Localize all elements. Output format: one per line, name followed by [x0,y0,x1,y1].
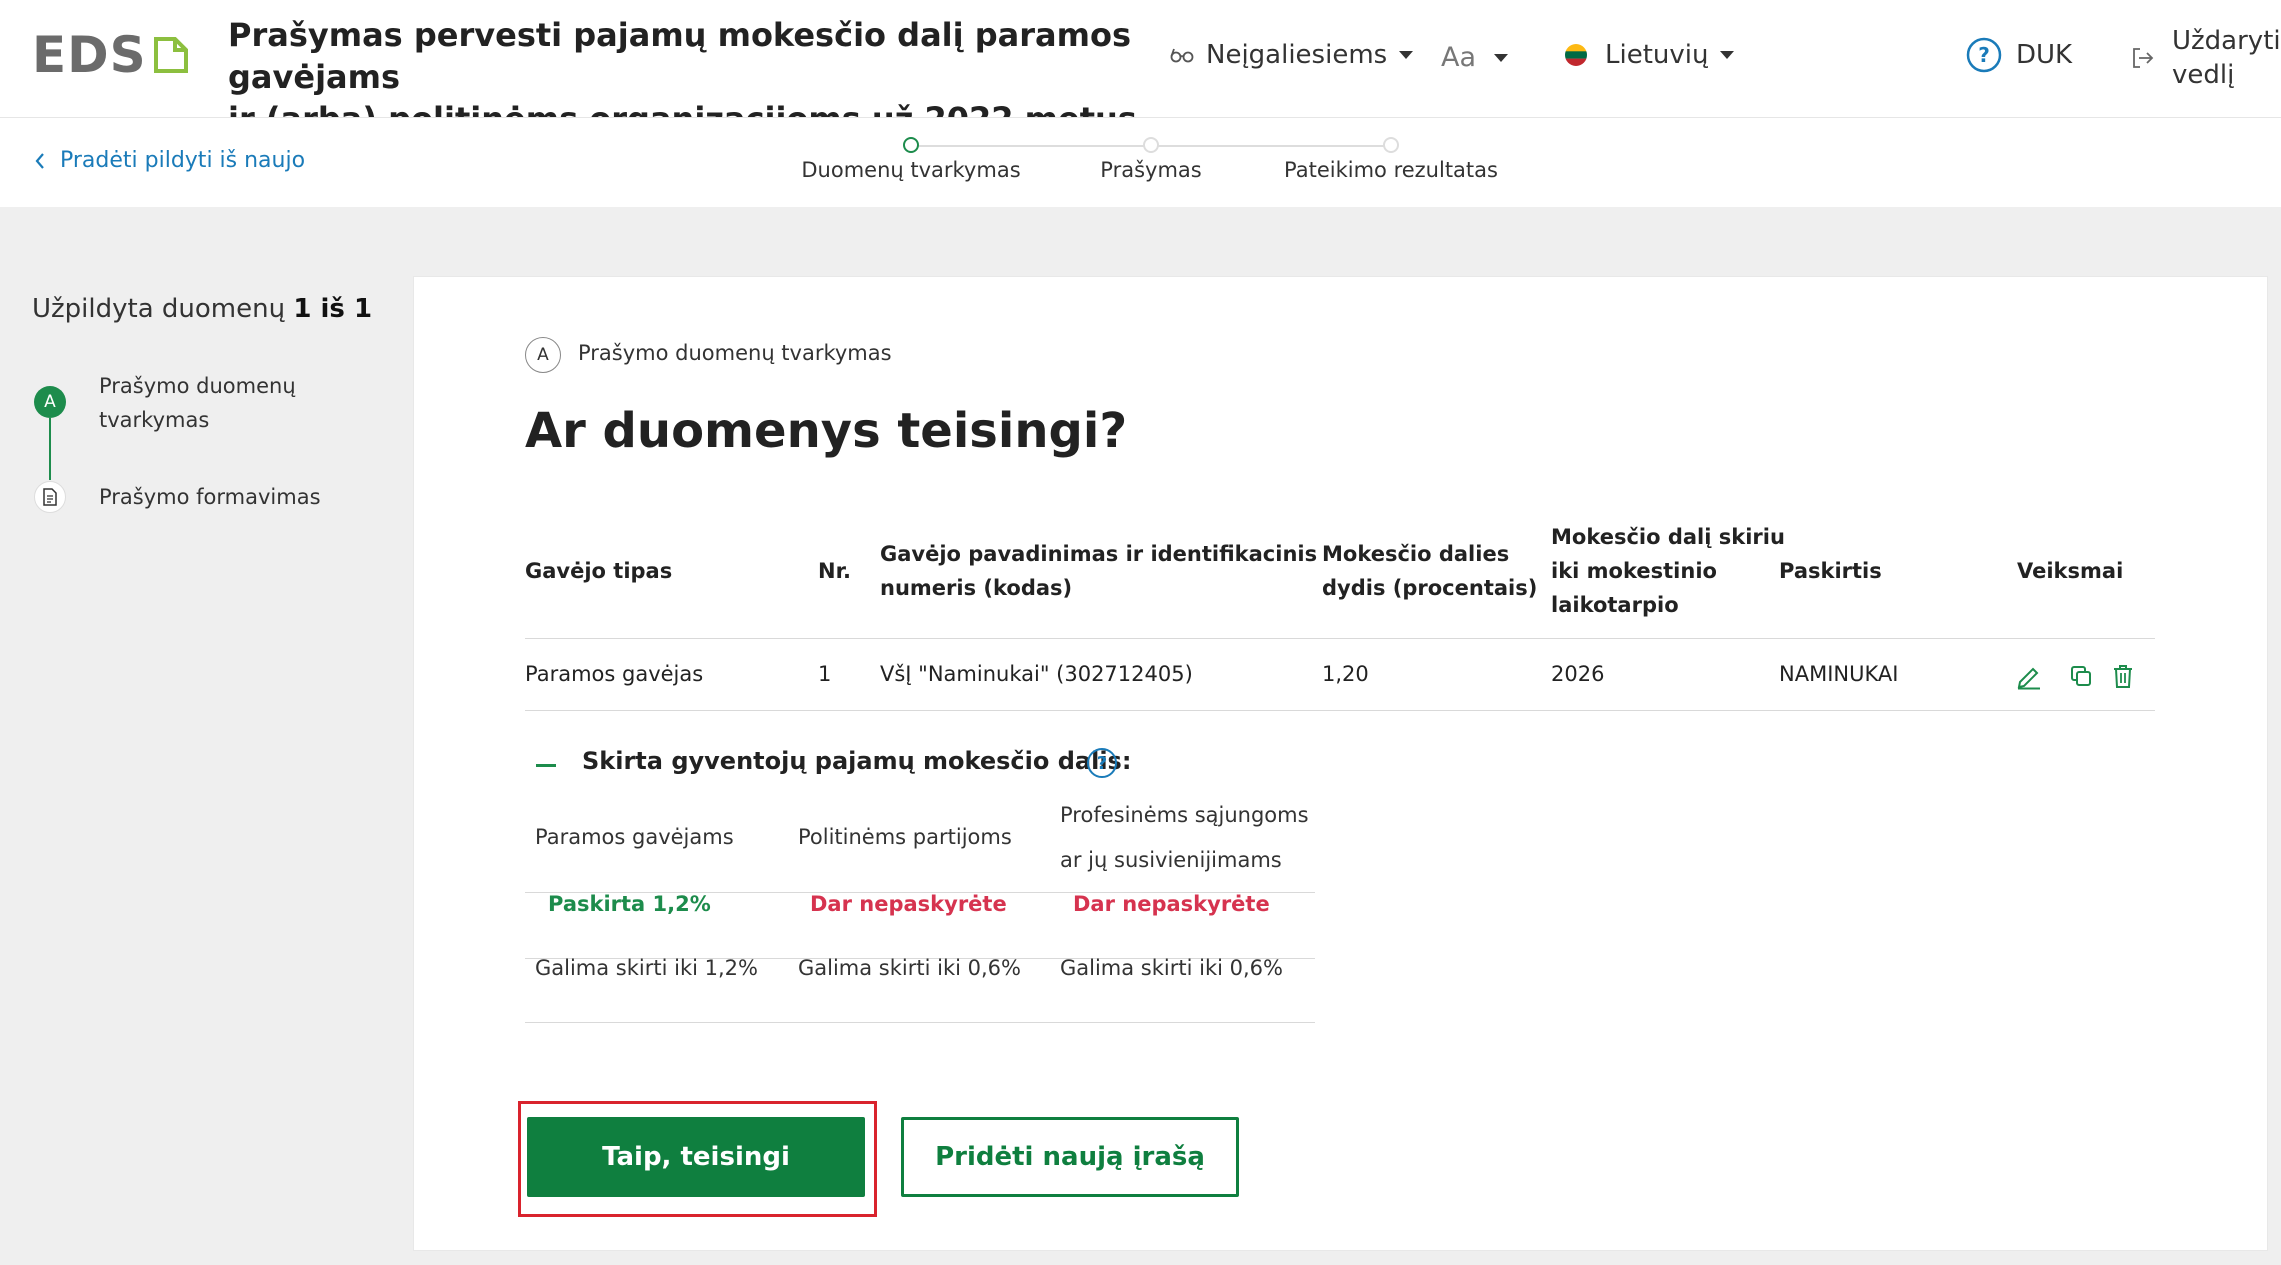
alloc-col-unions: Profesinėms sąjungoms ar jų susivienijim… [1060,793,1309,883]
section-label: Prašymo duomenų tvarkymas [578,341,892,365]
alloc-col-unions-line2: ar jų susivienijimams [1060,848,1282,872]
exit-icon [2133,48,2154,68]
page-title: Ar duomenys teisingi? [525,403,1128,459]
step-label-2[interactable]: Prašymas [1100,158,1201,182]
step-dot-1 [903,137,919,153]
cell-purpose: NAMINUKAI [1779,662,1899,686]
faq-label: DUK [2016,40,2073,70]
chevron-left-icon [35,152,44,169]
filled-count-prefix: Užpildyta duomenų [32,294,286,324]
faq-link[interactable]: ? DUK [1966,37,2072,73]
alloc-limit-parties: Galima skirti iki 0,6% [798,956,1021,980]
chevron-down-icon [1399,51,1414,59]
step-connector [49,418,51,480]
font-size-menu[interactable]: Aa [1441,42,1509,73]
trash-icon[interactable] [2108,661,2138,691]
table-row-divider [525,710,2155,711]
section-letter-badge: A [525,337,561,373]
step-a-badge: A [34,386,66,418]
confirm-button[interactable]: Taip, teisingi [527,1117,865,1197]
alloc-status-recipients: Paskirta 1,2% [548,892,711,916]
document-icon [34,481,66,513]
col-header-period-line3: laikotarpio [1551,593,1679,617]
accessibility-menu[interactable]: Neįgaliesiems [1170,40,1414,70]
filled-count: Užpildyta duomenų 1 iš 1 [32,294,372,324]
title-line-1: Prašymas pervesti pajamų mokesčio dalį p… [228,16,1131,96]
col-header-period: Mokesčio dalį skiriu iki mokestinio laik… [1551,520,1785,622]
col-header-nr: Nr. [818,559,851,583]
alloc-col-parties: Politinėms partijoms [798,825,1012,849]
logo-document-icon [153,37,188,73]
language-menu[interactable]: Lietuvių [1565,40,1735,70]
help-icon: ? [1966,37,2002,73]
cell-nr: 1 [818,662,832,686]
close-label-line-1: Uždaryti [2172,26,2281,56]
restart-label: Pradėti pildyti iš naujo [60,148,306,173]
alloc-limit-unions: Galima skirti iki 0,6% [1060,956,1283,980]
close-label-line-2: vedlį [2172,60,2235,90]
table-header-divider [525,638,2155,639]
glasses-icon [1170,48,1194,63]
cell-name: VšĮ "Naminukai" (302712405) [880,662,1193,686]
step-dot-2 [1143,137,1159,153]
col-header-period-line2: iki mokestinio [1551,559,1717,583]
alloc-status-unions: Dar nepaskyrėte [1073,892,1270,916]
sidebar-step-a-line1: Prašymo duomenų [99,374,296,398]
accessibility-label: Neįgaliesiems [1206,40,1388,70]
alloc-divider-3 [525,1022,1315,1023]
col-header-share: Mokesčio dalies dydis (procentais) [1322,537,1537,605]
col-header-type: Gavėjo tipas [525,559,673,583]
alloc-status-parties: Dar nepaskyrėte [810,892,1007,916]
add-record-button[interactable]: Pridėti naują įrašą [901,1117,1239,1197]
lithuania-flag-icon [1565,44,1587,66]
copy-icon[interactable] [2066,661,2096,691]
close-wizard-link[interactable]: Uždaryti vedlį [2130,24,2281,92]
help-icon[interactable]: ? [1087,748,1117,778]
main-card: A Prašymo duomenų tvarkymas Ar duomenys … [413,276,2268,1251]
alloc-col-unions-line1: Profesinėms sąjungoms [1060,803,1309,827]
col-header-name-line1: Gavėjo pavadinimas ir identifikacinis [880,542,1318,566]
logo-text: EDS [32,26,147,84]
language-label: Lietuvių [1605,40,1709,70]
alloc-limit-recipients: Galima skirti iki 1,2% [535,956,758,980]
restart-link[interactable]: Pradėti pildyti iš naujo [34,148,305,173]
cell-type: Paramos gavėjas [525,662,704,686]
allocation-heading: Skirta gyventojų pajamų mokesčio dalis: [582,747,1132,775]
edit-icon[interactable] [2014,661,2044,691]
step-dot-3 [1383,137,1399,153]
chevron-down-icon [1720,51,1735,59]
cell-share: 1,20 [1322,662,1369,686]
col-header-name-line2: numeris (kodas) [880,576,1073,600]
top-header: EDS Prašymas pervesti pajamų mokesčio da… [0,0,2281,138]
col-header-actions: Veiksmai [2017,559,2124,583]
eds-logo[interactable]: EDS [32,30,189,80]
svg-text:?: ? [1978,43,1990,67]
col-header-period-line1: Mokesčio dalį skiriu [1551,525,1785,549]
col-header-share-line2: dydis (procentais) [1322,576,1538,600]
sidebar-step-b[interactable]: Prašymo formavimas [99,480,321,514]
alloc-col-recipients: Paramos gavėjams [535,825,734,849]
col-header-purpose: Paskirtis [1779,559,1882,583]
chevron-down-icon [1494,53,1509,62]
wizard-subheader: Pradėti pildyti iš naujo Duomenų tvarkym… [0,117,2281,207]
sidebar-step-a-line2: tvarkymas [99,408,210,432]
font-size-label: Aa [1441,42,1477,73]
collapse-icon[interactable] [536,764,556,767]
step-label-1[interactable]: Duomenų tvarkymas [801,158,1020,182]
sidebar-step-a[interactable]: Prašymo duomenų tvarkymas [99,369,296,437]
col-header-name: Gavėjo pavadinimas ir identifikacinis nu… [880,537,1317,605]
step-label-3[interactable]: Pateikimo rezultatas [1284,158,1498,182]
filled-count-value: 1 iš 1 [293,294,373,324]
col-header-share-line1: Mokesčio dalies [1322,542,1510,566]
cell-period: 2026 [1551,662,1605,686]
